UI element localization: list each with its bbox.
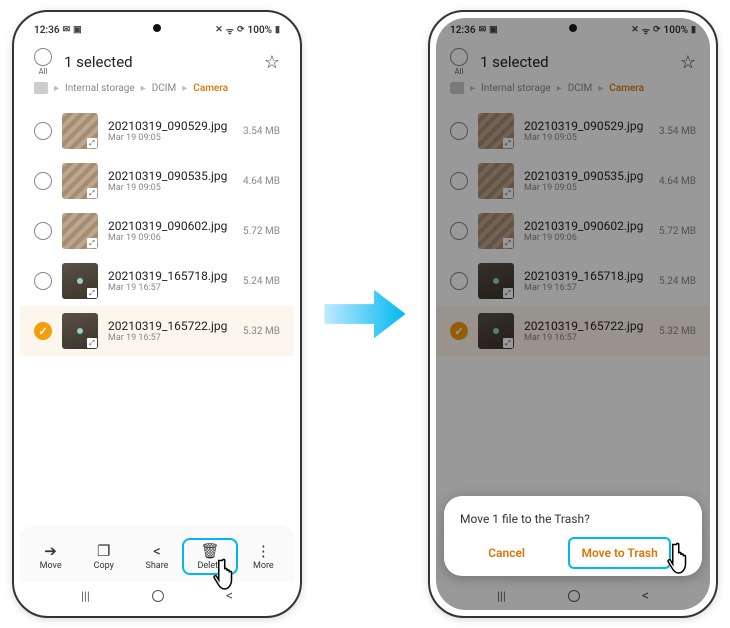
- screen-left: 12:36 ✉ ▣ ✕ ᯤ ⟳ 100% ▮ All 1 selected ☆ …: [20, 18, 294, 610]
- page-title: 1 selected: [64, 53, 264, 71]
- status-time: 12:36: [34, 25, 60, 36]
- nav-recents[interactable]: |||: [81, 589, 90, 603]
- file-row[interactable]: ⤢ 20210319_090602.jpg Mar 19 09:06 5.72 …: [20, 206, 294, 256]
- file-size: 5.32 MB: [243, 326, 280, 337]
- file-name: 20210319_090535.jpg: [108, 169, 243, 183]
- rotate-icon: ⟳: [237, 25, 245, 35]
- home-icon[interactable]: [34, 82, 48, 94]
- file-date: Mar 19 09:06: [108, 233, 243, 243]
- file-thumbnail[interactable]: ⤢: [62, 213, 98, 249]
- status-battery-text: 100%: [248, 25, 273, 36]
- phone-right: 12:36 ✉ ▣ ✕ ᯤ ⟳ 100% ▮ All 1 selected ☆ …: [428, 10, 718, 618]
- file-name: 20210319_165722.jpg: [108, 319, 243, 333]
- file-size: 3.54 MB: [243, 126, 280, 137]
- chevron-right-icon: ▸: [54, 83, 59, 94]
- file-date: Mar 19 09:05: [108, 133, 243, 143]
- file-size: 5.72 MB: [243, 226, 280, 237]
- screen-right: 12:36 ✉ ▣ ✕ ᯤ ⟳ 100% ▮ All 1 selected ☆ …: [436, 18, 710, 610]
- select-all-toggle[interactable]: All: [34, 48, 52, 76]
- expand-icon: ⤢: [87, 338, 97, 348]
- share-button[interactable]: < Share: [133, 542, 181, 571]
- breadcrumb-item[interactable]: Internal storage: [65, 83, 135, 94]
- nav-back[interactable]: [226, 588, 233, 604]
- mail-icon: ✉: [63, 25, 71, 35]
- breadcrumb-item-current[interactable]: Camera: [193, 83, 228, 94]
- mute-icon: ✕: [215, 25, 223, 35]
- cancel-button[interactable]: Cancel: [478, 540, 535, 566]
- row-checkbox[interactable]: [34, 272, 52, 290]
- row-checkbox[interactable]: [34, 222, 52, 240]
- file-row[interactable]: ⤢ 20210319_165718.jpg Mar 19 16:57 5.24 …: [20, 256, 294, 306]
- chevron-right-icon: ▸: [141, 83, 146, 94]
- expand-icon: ⤢: [87, 288, 97, 298]
- android-nav-bar: |||: [20, 582, 294, 610]
- breadcrumb-item[interactable]: DCIM: [152, 83, 177, 94]
- transition-arrow-icon: [317, 279, 413, 349]
- file-date: Mar 19 16:57: [108, 333, 243, 343]
- select-all-label: All: [38, 67, 47, 76]
- wifi-icon: ᯤ: [226, 24, 234, 37]
- selection-header: All 1 selected ☆: [20, 42, 294, 80]
- copy-button[interactable]: ❐ Copy: [80, 542, 128, 571]
- expand-icon: ⤢: [87, 188, 97, 198]
- delete-button[interactable]: 🗑 Delete: [186, 542, 234, 571]
- select-all-circle-icon: [34, 48, 52, 66]
- file-row[interactable]: ⤢ 20210319_090529.jpg Mar 19 09:05 3.54 …: [20, 106, 294, 156]
- expand-icon: ⤢: [87, 138, 97, 148]
- favorite-button[interactable]: ☆: [264, 52, 280, 73]
- dialog-message: Move 1 file to the Trash?: [460, 512, 686, 526]
- file-list: ⤢ 20210319_090529.jpg Mar 19 09:05 3.54 …: [20, 102, 294, 360]
- file-name: 20210319_090602.jpg: [108, 219, 243, 233]
- move-to-trash-button[interactable]: Move to Trash: [571, 540, 667, 566]
- file-thumbnail[interactable]: ⤢: [62, 113, 98, 149]
- confirm-dialog: Move 1 file to the Trash? Cancel Move to…: [444, 496, 702, 576]
- file-name: 20210319_165718.jpg: [108, 269, 243, 283]
- row-checkbox[interactable]: [34, 322, 52, 340]
- action-bar: ➔ Move ❐ Copy < Share 🗑 Delete ⋮ More: [20, 528, 294, 582]
- trash-icon: 🗑: [201, 542, 220, 560]
- expand-icon: ⤢: [87, 238, 97, 248]
- copy-icon: ❐: [97, 542, 110, 560]
- file-size: 5.24 MB: [243, 276, 280, 287]
- battery-icon: ▮: [275, 25, 280, 35]
- breadcrumb[interactable]: ▸ Internal storage ▸ DCIM ▸ Camera: [20, 80, 294, 102]
- file-row[interactable]: ⤢ 20210319_165722.jpg Mar 19 16:57 5.32 …: [20, 306, 294, 356]
- file-name: 20210319_090529.jpg: [108, 119, 243, 133]
- more-icon: ⋮: [256, 542, 271, 560]
- file-thumbnail[interactable]: ⤢: [62, 163, 98, 199]
- phone-left: 12:36 ✉ ▣ ✕ ᯤ ⟳ 100% ▮ All 1 selected ☆ …: [12, 10, 302, 618]
- file-thumbnail[interactable]: ⤢: [62, 313, 98, 349]
- more-button[interactable]: ⋮ More: [239, 542, 287, 571]
- nav-home[interactable]: [152, 590, 164, 602]
- move-icon: ➔: [44, 542, 57, 560]
- file-row[interactable]: ⤢ 20210319_090535.jpg Mar 19 09:05 4.64 …: [20, 156, 294, 206]
- row-checkbox[interactable]: [34, 122, 52, 140]
- share-icon: <: [153, 542, 161, 560]
- move-button[interactable]: ➔ Move: [27, 542, 75, 571]
- file-size: 4.64 MB: [243, 176, 280, 187]
- row-checkbox[interactable]: [34, 172, 52, 190]
- chevron-right-icon: ▸: [182, 83, 187, 94]
- file-date: Mar 19 09:05: [108, 183, 243, 193]
- file-date: Mar 19 16:57: [108, 283, 243, 293]
- file-thumbnail[interactable]: ⤢: [62, 263, 98, 299]
- status-bar: 12:36 ✉ ▣ ✕ ᯤ ⟳ 100% ▮: [20, 18, 294, 42]
- image-icon: ▣: [73, 25, 82, 35]
